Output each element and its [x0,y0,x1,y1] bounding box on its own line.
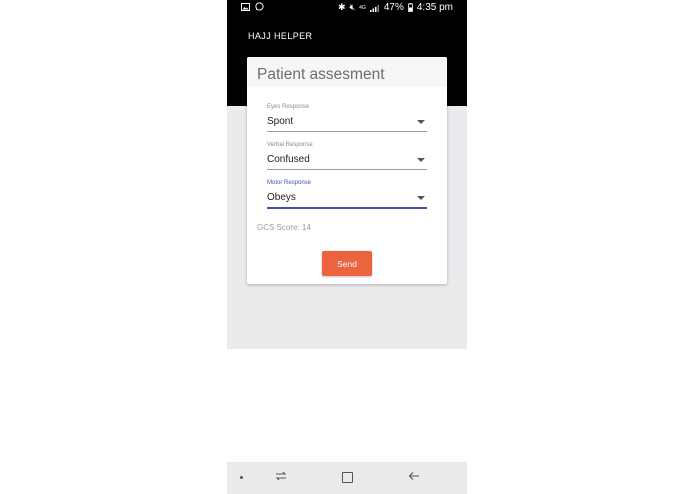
field-underline [267,131,427,132]
clock: 4:35 pm [416,2,453,13]
field-underline [267,169,427,170]
card-title: Patient assesment [257,66,385,83]
screen: ✱ 🔇︎ 4G 47% 4:35 pm HAJJ HELPER Patient [0,0,695,494]
signal-icon [369,4,379,12]
motor-response-value: Obeys [267,192,296,203]
mute-icon: 🔇︎ [349,2,356,12]
eyes-response-label: Eyes Response [267,104,310,110]
navigation-bar [227,462,467,494]
motor-response-select[interactable]: Motor Response Obeys [267,180,427,210]
app-title: HAJJ HELPER [248,31,313,41]
verbal-response-select[interactable]: Verbal Response Confused [267,142,427,172]
back-icon[interactable] [408,470,420,482]
nav-dot-icon [240,476,243,479]
motor-response-label: Motor Response [267,180,312,186]
assessment-card: Patient assesment Eyes Response Spont Ve… [247,57,447,284]
chevron-down-icon[interactable] [417,196,425,200]
recent-apps-icon[interactable] [275,470,287,482]
image-icon [241,2,250,11]
battery-icon [407,3,413,12]
home-icon[interactable] [342,472,353,483]
eyes-response-select[interactable]: Eyes Response Spont [267,104,427,134]
card-header: Patient assesment [247,57,447,87]
send-button[interactable]: Send [322,251,372,276]
status-bar: ✱ 🔇︎ 4G 47% 4:35 pm [227,0,467,16]
battery-percent: 47% [383,2,404,13]
whatsapp-icon [255,2,264,11]
gcs-score: GCS Score: 14 [257,223,311,232]
verbal-response-value: Confused [267,154,310,165]
field-underline-focused [267,207,427,209]
network-type: 4G [359,4,366,11]
chevron-down-icon[interactable] [417,158,425,162]
eyes-response-value: Spont [267,116,294,127]
bluetooth-icon: ✱ [337,2,346,12]
chevron-down-icon[interactable] [417,120,425,124]
verbal-response-label: Verbal Response [267,142,313,148]
